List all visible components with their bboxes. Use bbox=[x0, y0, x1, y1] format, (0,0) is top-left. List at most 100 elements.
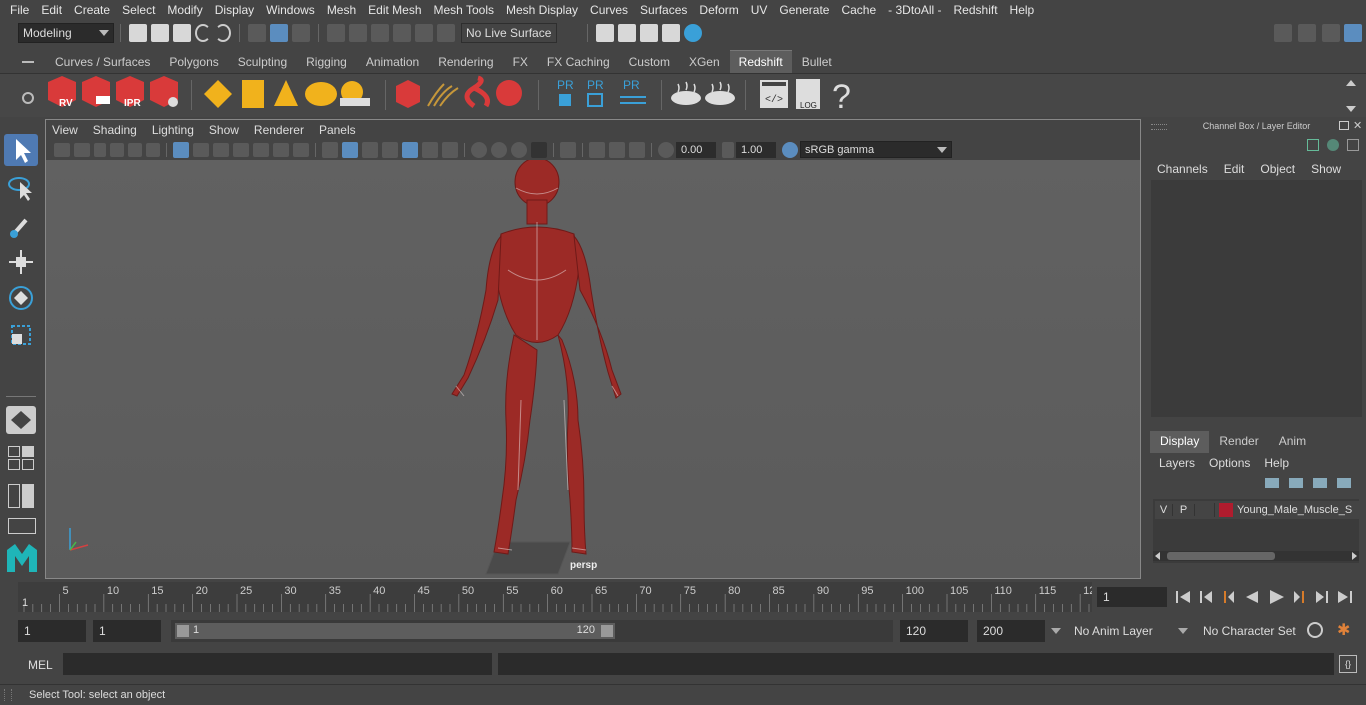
render-movie-icon[interactable] bbox=[82, 76, 110, 107]
shadows-icon[interactable] bbox=[442, 141, 458, 158]
float-panel-icon[interactable] bbox=[1339, 121, 1349, 130]
menu-mesh-tools[interactable]: Mesh Tools bbox=[428, 3, 500, 17]
layer-editor-toggle-icon[interactable] bbox=[1347, 139, 1359, 151]
save-scene-icon[interactable] bbox=[173, 23, 191, 42]
safe-title-icon[interactable] bbox=[293, 142, 309, 157]
outliner-layout-button[interactable] bbox=[8, 484, 36, 508]
step-forward-frame-icon[interactable] bbox=[1294, 591, 1304, 603]
playback-start-field[interactable]: 1 bbox=[93, 620, 161, 642]
viewport-menu-lighting[interactable]: Lighting bbox=[152, 123, 194, 137]
drag-handle-icon[interactable] bbox=[1151, 124, 1167, 130]
redo-icon[interactable] bbox=[215, 23, 231, 42]
select-hierarchy-icon[interactable] bbox=[248, 23, 266, 42]
character-set-dropdown[interactable]: No Character Set bbox=[1197, 620, 1297, 642]
menu-modify[interactable]: Modify bbox=[161, 3, 208, 17]
dome-light-icon[interactable] bbox=[305, 82, 337, 106]
shelf-tab-sculpting[interactable]: Sculpting bbox=[228, 51, 297, 73]
viewport-scene[interactable]: persp bbox=[46, 157, 1140, 578]
scroll-right-icon[interactable] bbox=[1352, 552, 1357, 560]
scrollbar-thumb[interactable] bbox=[1167, 552, 1275, 560]
step-back-key-icon[interactable] bbox=[1200, 591, 1212, 603]
spot-light-icon[interactable] bbox=[274, 80, 298, 106]
select-component-icon[interactable] bbox=[292, 23, 310, 42]
layer-menu-layers[interactable]: Layers bbox=[1159, 456, 1195, 470]
channel-icon[interactable] bbox=[1307, 139, 1319, 151]
shelf-tab-xgen[interactable]: XGen bbox=[679, 51, 729, 73]
viewport-menu-renderer[interactable]: Renderer bbox=[254, 123, 304, 137]
undo-icon[interactable] bbox=[195, 23, 211, 42]
tool-settings-icon[interactable] bbox=[1322, 24, 1340, 42]
menu-curves[interactable]: Curves bbox=[584, 3, 634, 17]
menu-surfaces[interactable]: Surfaces bbox=[634, 3, 693, 17]
channel-menu-show[interactable]: Show bbox=[1311, 162, 1341, 176]
shelf-tab-fx-caching[interactable]: FX Caching bbox=[537, 51, 619, 73]
smooth-shade-icon[interactable] bbox=[342, 141, 358, 158]
default-material-icon[interactable] bbox=[382, 141, 398, 158]
menu-mesh[interactable]: Mesh bbox=[321, 3, 362, 17]
animation-preferences-icon[interactable]: ✱ bbox=[1337, 622, 1355, 640]
hypershade-icon[interactable] bbox=[684, 23, 702, 42]
play-forward-icon[interactable] bbox=[1270, 590, 1284, 604]
close-icon[interactable]: ✕ bbox=[1353, 119, 1362, 132]
isolate-select-icon[interactable] bbox=[560, 141, 576, 158]
script-editor-icon[interactable]: {} bbox=[1339, 655, 1357, 673]
hair-icon[interactable] bbox=[427, 83, 459, 107]
ipr-render-icon[interactable]: IPR bbox=[116, 76, 144, 109]
rotate-tool-button[interactable] bbox=[4, 282, 38, 314]
select-object-icon[interactable] bbox=[270, 23, 288, 42]
muscle-model[interactable]: persp bbox=[46, 157, 1140, 578]
menu-windows[interactable]: Windows bbox=[260, 3, 321, 17]
anim-layer-dropdown[interactable]: No Anim Layer bbox=[1068, 620, 1190, 642]
gate-mask-icon[interactable] bbox=[233, 142, 249, 157]
wireframe-icon[interactable] bbox=[322, 141, 338, 158]
single-perspective-layout-button[interactable] bbox=[6, 406, 36, 434]
shader-switch-icon[interactable] bbox=[464, 75, 490, 109]
scale-tool-button[interactable] bbox=[4, 318, 38, 350]
menu-edit[interactable]: Edit bbox=[35, 3, 68, 17]
menu-help[interactable]: Help bbox=[1004, 3, 1041, 17]
shelf-tab-animation[interactable]: Animation bbox=[356, 51, 429, 73]
viewport-menu-panels[interactable]: Panels bbox=[319, 123, 356, 137]
render-view-rv-icon[interactable]: RV bbox=[48, 76, 76, 109]
ipr-render-icon[interactable] bbox=[640, 23, 658, 42]
shelf-tab-curves-surfaces[interactable]: Curves / Surfaces bbox=[46, 51, 160, 73]
step-forward-key-icon[interactable] bbox=[1316, 591, 1328, 603]
menu-file[interactable]: File bbox=[4, 3, 35, 17]
shelf-menu-icon[interactable] bbox=[22, 61, 34, 63]
scroll-left-icon[interactable] bbox=[1155, 552, 1160, 560]
shelf-tab-polygons[interactable]: Polygons bbox=[160, 51, 228, 73]
layer-menu-options[interactable]: Options bbox=[1209, 456, 1250, 470]
wireframe-on-shaded-icon[interactable] bbox=[362, 141, 378, 158]
menu-uv[interactable]: UV bbox=[745, 3, 774, 17]
horizontal-scrollbar[interactable] bbox=[1153, 551, 1359, 561]
layer-tab-display[interactable]: Display bbox=[1150, 431, 1210, 453]
exposure-icon[interactable] bbox=[658, 141, 674, 158]
menu-mesh-display[interactable]: Mesh Display bbox=[500, 3, 584, 17]
viewport-menu-show[interactable]: Show bbox=[209, 123, 239, 137]
paint-select-tool-button[interactable] bbox=[4, 210, 38, 242]
xray-joints-icon[interactable] bbox=[629, 141, 645, 158]
layer-row[interactable]: V P Young_Male_Muscle_S bbox=[1155, 501, 1359, 519]
menu-create[interactable]: Create bbox=[68, 3, 116, 17]
field-chart-icon[interactable] bbox=[253, 142, 269, 157]
lights-icon[interactable] bbox=[422, 141, 438, 158]
chevron-down-icon[interactable] bbox=[1346, 106, 1356, 112]
shelf-tab-rigging[interactable]: Rigging bbox=[297, 51, 356, 73]
portal-light-icon[interactable] bbox=[242, 80, 264, 108]
channel-menu-edit[interactable]: Edit bbox=[1224, 162, 1245, 176]
channel-box-icon[interactable] bbox=[1344, 24, 1362, 42]
range-slider[interactable]: 1 120 bbox=[171, 620, 893, 642]
shelf-scroll-arrows[interactable] bbox=[1346, 78, 1356, 114]
menu-redshift[interactable]: Redshift bbox=[948, 3, 1004, 17]
shelf-tab-rendering[interactable]: Rendering bbox=[429, 51, 503, 73]
range-slider-bar[interactable]: 1 120 bbox=[175, 623, 615, 639]
safe-action-icon[interactable] bbox=[273, 142, 289, 157]
channel-menu-object[interactable]: Object bbox=[1260, 162, 1295, 176]
gamma-field[interactable]: 1.00 bbox=[736, 141, 776, 158]
play-backward-icon[interactable] bbox=[1246, 591, 1258, 603]
pr-swap-icon[interactable]: PR bbox=[620, 78, 646, 104]
go-to-start-icon[interactable] bbox=[1176, 591, 1190, 603]
2d-pan-zoom-icon[interactable] bbox=[128, 142, 142, 157]
anti-aliasing-icon[interactable] bbox=[511, 141, 527, 158]
bake-options-icon[interactable] bbox=[705, 81, 735, 105]
